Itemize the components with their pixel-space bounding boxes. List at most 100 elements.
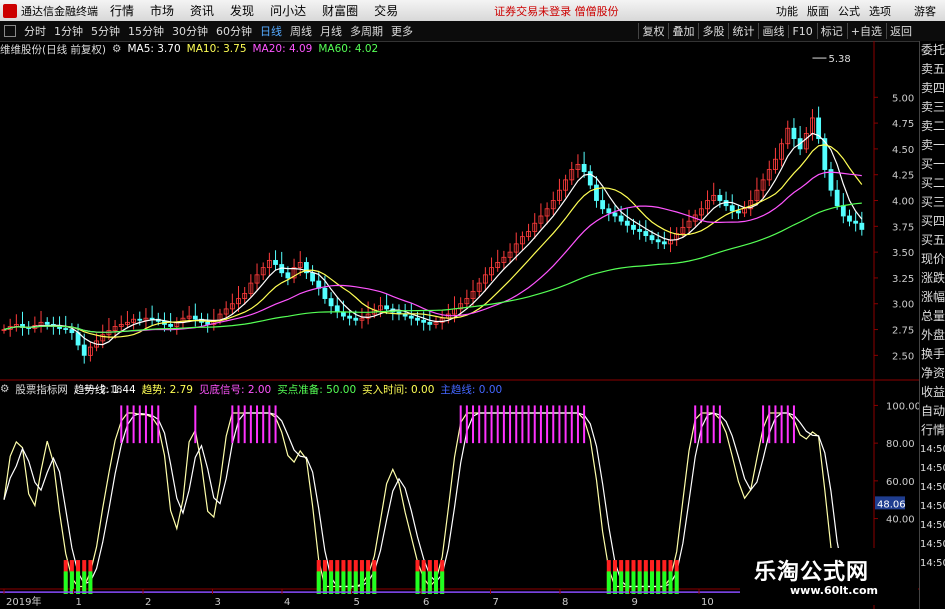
add-watchlist-button[interactable]: +自选 (846, 23, 885, 39)
sidebar-item[interactable]: 总量 (920, 307, 945, 326)
time-tick-label: 8 (562, 597, 568, 608)
sidebar-item[interactable]: 卖五 (920, 60, 945, 79)
ma20-value: MA20: 4.09 (252, 43, 313, 55)
candle-body (322, 287, 328, 299)
back-button[interactable]: 返回 (886, 23, 915, 39)
candle-body (168, 323, 174, 327)
candle-body (643, 231, 649, 237)
period-60min[interactable]: 60分钟 (212, 23, 256, 39)
candle-body (347, 315, 353, 319)
bottom-signal-green (82, 571, 87, 594)
menu-item-formula[interactable]: 公式 (838, 3, 860, 19)
stats-button[interactable]: 统计 (728, 23, 757, 39)
sidebar-item[interactable]: 涨跌 (920, 269, 945, 288)
bottom-signal-green (335, 571, 340, 594)
candle-body (415, 317, 420, 321)
bottom-signal-green (619, 571, 624, 594)
bottom-signal-green (631, 571, 636, 594)
sidebar-item[interactable]: 14:50 (920, 497, 945, 516)
candle-body (81, 344, 87, 356)
ma5-value: MA5: 3.70 (127, 43, 181, 55)
bottom-signal-green (427, 571, 432, 594)
adjust-button[interactable]: 复权 (638, 23, 667, 39)
sidebar-item[interactable]: 卖二 (920, 117, 945, 136)
sidebar-item[interactable]: 买四 (920, 212, 945, 231)
sidebar-item[interactable]: 现价 (920, 250, 945, 269)
time-tick-label: 2 (145, 597, 151, 608)
menu-item-layout[interactable]: 版面 (807, 3, 829, 19)
price-tick-label: 5.00 (892, 93, 914, 104)
bottom-signal-green (650, 571, 654, 594)
period-15min[interactable]: 15分钟 (124, 23, 168, 39)
candle-body (581, 163, 587, 173)
sidebar-item[interactable]: 换手 (920, 345, 945, 364)
candle-body (137, 318, 143, 321)
candle-body (847, 215, 852, 222)
menu-item-ask[interactable]: 问小达 (270, 2, 306, 19)
sidebar-item[interactable]: 买五 (920, 231, 945, 250)
panel-toggle-icon[interactable] (4, 25, 16, 37)
sidebar-item[interactable]: 14:50 (920, 478, 945, 497)
candle-body (63, 328, 69, 330)
price-tick-label: 3.75 (892, 222, 914, 233)
menu-item-function[interactable]: 功能 (776, 3, 798, 19)
sidebar-item[interactable]: 14:50 (920, 516, 945, 535)
draw-line-button[interactable]: 画线 (758, 23, 787, 39)
period-multi[interactable]: 多周期 (346, 23, 387, 39)
price-tick-label: 4.25 (892, 171, 914, 182)
candle-body (408, 315, 414, 319)
bottom-signal-value: 见底信号: 2.00 (198, 383, 272, 396)
menu-item-guest[interactable]: 游客 (914, 3, 936, 19)
indicator-tick-label: 40.00 (886, 515, 915, 526)
bottom-signal-green (668, 571, 673, 594)
bottom-signal-green (341, 571, 346, 594)
login-notice[interactable]: 证券交易未登录 僧僧股份 (494, 3, 619, 19)
sidebar-item[interactable]: 自动 (920, 402, 945, 421)
sidebar-item[interactable]: 净资 (920, 364, 945, 383)
sidebar-item[interactable]: 买三 (920, 193, 945, 212)
menu-item-market[interactable]: 市场 (150, 2, 174, 19)
sidebar-item[interactable]: 买一 (920, 155, 945, 174)
multi-stock-button[interactable]: 多股 (698, 23, 727, 39)
time-tick-label: 5 (354, 597, 360, 608)
kline-chart[interactable]: 2.50 2.75 3.00 3.25 3.50 3.75 4.00 4.25 4.50 4.75… (0, 41, 919, 609)
period-tick[interactable]: 分时 (20, 23, 50, 39)
f10-button[interactable]: F10 (788, 24, 815, 38)
menu-item-quotes[interactable]: 行情 (110, 2, 134, 19)
sidebar-item[interactable]: 外盘 (920, 326, 945, 345)
menu-item-news[interactable]: 资讯 (190, 2, 214, 19)
period-daily[interactable]: 日线 (256, 23, 286, 39)
ma10-value: MA10: 3.75 (186, 43, 247, 55)
period-5min[interactable]: 5分钟 (87, 23, 124, 39)
menu-item-options[interactable]: 选项 (869, 3, 891, 19)
period-weekly[interactable]: 周线 (286, 23, 316, 39)
period-30min[interactable]: 30分钟 (168, 23, 212, 39)
period-more[interactable]: 更多 (387, 23, 417, 39)
sidebar-item[interactable]: 卖三 (920, 98, 945, 117)
menu-item-trade[interactable]: 交易 (374, 2, 398, 19)
settings-icon[interactable]: ⚙ (112, 43, 121, 55)
time-tick-label: 6 (423, 597, 429, 608)
sidebar-item[interactable]: 卖四 (920, 79, 945, 98)
sidebar-item[interactable]: 委托 (920, 41, 945, 60)
indicator-settings-icon[interactable]: ⚙ (0, 383, 9, 395)
period-monthly[interactable]: 月线 (316, 23, 346, 39)
sidebar-item[interactable]: 卖一 (920, 136, 945, 155)
period-1min[interactable]: 1分钟 (50, 23, 87, 39)
sidebar-item[interactable]: 涨幅 (920, 288, 945, 307)
sidebar-item[interactable]: 14:50 (920, 459, 945, 478)
candle-body (637, 229, 643, 232)
mark-button[interactable]: 标记 (816, 23, 846, 39)
price-tick-label: 3.50 (892, 248, 914, 259)
menu-item-wealth[interactable]: 财富圈 (322, 2, 358, 19)
menu-item-discover[interactable]: 发现 (230, 2, 254, 19)
sidebar-item[interactable]: 收益 (920, 383, 945, 402)
sidebar-item[interactable]: 买二 (920, 174, 945, 193)
candle-body (631, 224, 636, 230)
overlay-button[interactable]: 叠加 (668, 23, 697, 39)
sidebar-item[interactable]: 14:50 (920, 535, 945, 554)
sidebar-item[interactable]: 14:50 (920, 554, 945, 573)
price-tick-label: 3.25 (892, 274, 914, 285)
sidebar-item[interactable]: 14:50 (920, 440, 945, 459)
sidebar-item[interactable]: 行情 (920, 421, 945, 440)
